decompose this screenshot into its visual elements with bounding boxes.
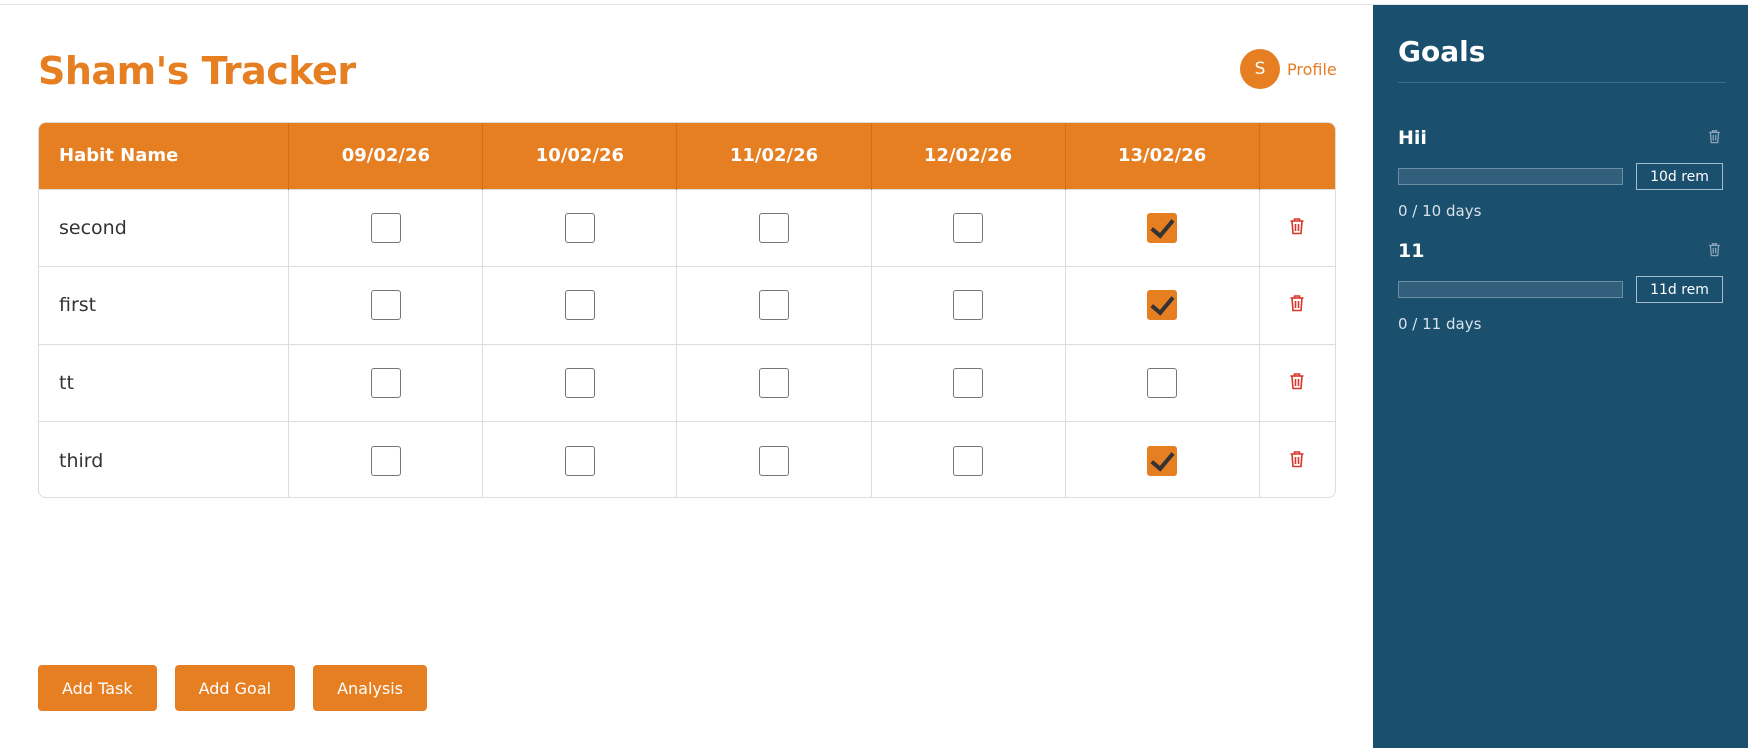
goal-remaining-badge: 10d rem xyxy=(1636,163,1723,190)
habit-checkbox[interactable] xyxy=(564,445,595,476)
goal-name: Hii xyxy=(1398,127,1427,149)
check-cell xyxy=(288,189,484,267)
trash-icon[interactable] xyxy=(1708,129,1721,148)
habit-checkbox[interactable] xyxy=(564,367,595,398)
habit-table: Habit Name 09/02/26 10/02/26 11/02/26 12… xyxy=(39,123,1335,498)
profile-label: Profile xyxy=(1287,59,1337,79)
main-panel: Sham's Tracker S Profile Habit Name 09/0… xyxy=(0,5,1373,748)
habit-checkbox[interactable] xyxy=(758,212,789,243)
avatar: S xyxy=(1240,49,1280,89)
date-header: 13/02/26 xyxy=(1065,123,1260,189)
goal-remaining-badge: 11d rem xyxy=(1636,276,1723,303)
check-cell xyxy=(482,421,678,497)
delete-cell xyxy=(1259,267,1335,345)
trash-icon[interactable] xyxy=(1289,372,1305,394)
goal-item: 11 11d rem 0 / 11 days xyxy=(1398,240,1726,333)
sidebar-divider xyxy=(1398,82,1726,83)
goal-progress-text: 0 / 11 days xyxy=(1398,315,1482,333)
date-header: 10/02/26 xyxy=(482,123,678,189)
action-buttons: Add Task Add Goal Analysis xyxy=(38,665,428,711)
actions-header xyxy=(1259,123,1335,189)
delete-cell xyxy=(1259,422,1335,498)
habit-checkbox[interactable] xyxy=(370,367,401,398)
table-row: tt xyxy=(39,344,1335,422)
check-cell xyxy=(676,189,872,267)
goal-progress-text: 0 / 10 days xyxy=(1398,202,1482,220)
trash-icon[interactable] xyxy=(1289,217,1305,239)
check-cell xyxy=(676,266,872,344)
goal-progress-bar xyxy=(1398,168,1623,185)
delete-cell xyxy=(1259,344,1335,422)
habit-name-cell: tt xyxy=(39,344,290,422)
habit-checkbox[interactable] xyxy=(370,445,401,476)
habit-table-container: Habit Name 09/02/26 10/02/26 11/02/26 12… xyxy=(38,122,1336,498)
check-cell xyxy=(676,344,872,422)
check-cell xyxy=(1065,189,1260,267)
check-cell xyxy=(288,344,484,422)
check-cell xyxy=(482,344,678,422)
check-cell xyxy=(871,421,1066,497)
check-cell xyxy=(482,266,678,344)
habit-checkbox[interactable] xyxy=(564,212,595,243)
habit-checkbox[interactable] xyxy=(370,212,401,243)
habit-checkbox[interactable] xyxy=(370,290,401,321)
habit-checkbox[interactable] xyxy=(1147,367,1178,398)
habit-checkbox[interactable] xyxy=(564,290,595,321)
habit-checkbox[interactable] xyxy=(953,445,984,476)
profile-link[interactable]: S Profile xyxy=(1240,49,1337,89)
check-cell xyxy=(288,266,484,344)
check-cell xyxy=(1065,421,1260,497)
table-row: first xyxy=(39,266,1335,345)
check-cell xyxy=(871,266,1066,344)
date-header: 09/02/26 xyxy=(288,123,484,189)
habit-name-cell: second xyxy=(39,189,290,267)
date-header: 11/02/26 xyxy=(676,123,872,189)
check-cell xyxy=(871,189,1066,267)
goal-progress-row: 11d rem xyxy=(1398,276,1726,303)
habit-checkbox[interactable] xyxy=(758,290,789,321)
check-cell xyxy=(288,421,484,497)
trash-icon[interactable] xyxy=(1708,242,1721,261)
check-cell xyxy=(1065,344,1260,422)
goals-title: Goals xyxy=(1398,35,1486,68)
trash-icon[interactable] xyxy=(1289,450,1305,472)
table-row: third xyxy=(39,421,1335,498)
goal-progress-bar xyxy=(1398,281,1623,298)
check-cell xyxy=(482,189,678,267)
habit-name-cell: third xyxy=(39,421,290,497)
habit-checkbox[interactable] xyxy=(953,290,984,321)
habit-checkbox[interactable] xyxy=(1147,445,1178,476)
check-cell xyxy=(676,421,872,497)
page-title: Sham's Tracker xyxy=(38,49,356,93)
delete-cell xyxy=(1259,189,1335,267)
analysis-button[interactable]: Analysis xyxy=(313,665,428,711)
app-window: Sham's Tracker S Profile Habit Name 09/0… xyxy=(0,4,1748,748)
goal-item: Hii 10d rem 0 / 10 days xyxy=(1398,127,1726,220)
add-goal-button[interactable]: Add Goal xyxy=(174,665,296,711)
habit-checkbox[interactable] xyxy=(953,367,984,398)
habit-checkbox[interactable] xyxy=(758,445,789,476)
habit-name-cell: first xyxy=(39,266,290,344)
habit-name-header: Habit Name xyxy=(39,123,290,189)
habit-checkbox[interactable] xyxy=(1147,290,1178,321)
add-task-button[interactable]: Add Task xyxy=(38,665,157,711)
habit-checkbox[interactable] xyxy=(758,367,789,398)
goals-sidebar: Goals Hii 10d rem 0 / 10 days 11 11d rem… xyxy=(1373,5,1748,748)
table-header-row: Habit Name 09/02/26 10/02/26 11/02/26 12… xyxy=(39,123,1335,189)
habit-checkbox[interactable] xyxy=(1147,212,1178,243)
table-row: second xyxy=(39,189,1335,267)
date-header: 12/02/26 xyxy=(871,123,1066,189)
trash-icon[interactable] xyxy=(1289,294,1305,316)
habit-checkbox[interactable] xyxy=(953,212,984,243)
goal-name: 11 xyxy=(1398,240,1425,262)
goal-progress-row: 10d rem xyxy=(1398,163,1726,190)
check-cell xyxy=(871,344,1066,422)
check-cell xyxy=(1065,266,1260,344)
